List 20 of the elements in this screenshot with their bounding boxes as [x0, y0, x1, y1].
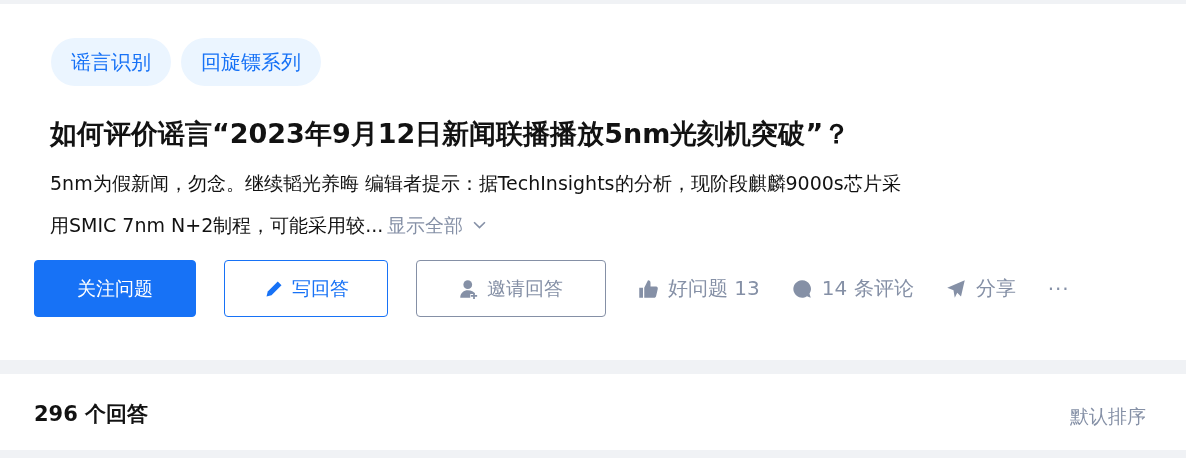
excerpt-line: 用SMIC 7nm N+2制程，可能采用较... — [50, 213, 384, 238]
topic-tag[interactable]: 谣言识别 — [51, 38, 171, 86]
share-button[interactable]: 分享 — [945, 275, 1016, 302]
person-plus-icon — [459, 278, 479, 299]
topic-tag[interactable]: 回旋镖系列 — [181, 38, 321, 86]
show-all-link[interactable]: 显示全部 — [387, 204, 464, 246]
write-answer-button[interactable]: 写回答 — [224, 260, 388, 317]
thumbs-up-icon — [638, 278, 658, 299]
more-button[interactable]: ··· — [1047, 276, 1070, 301]
comments-button[interactable]: 14 条评论 — [791, 275, 914, 302]
excerpt-line: 5nm为假新闻，勿念。继续韬光养晦 编辑者提示：据TechInsights的分析，现阶段麒麟9000s芯片采 — [50, 171, 901, 196]
follow-button[interactable]: 关注问题 — [34, 260, 196, 317]
answer-count: 296 个回答 — [34, 401, 149, 428]
good-question-button[interactable]: 好问题 13 — [638, 275, 760, 302]
chevron-down-icon — [473, 220, 487, 230]
invite-button[interactable]: 邀请回答 — [416, 260, 606, 317]
paper-plane-icon — [945, 278, 966, 299]
question-title: 如何评价谣言“2023年9月12日新闻联播播放5nm光刻机突破”？ — [50, 117, 852, 151]
sort-selector[interactable]: 默认排序 — [1070, 404, 1146, 430]
speech-bubble-icon — [791, 278, 812, 299]
